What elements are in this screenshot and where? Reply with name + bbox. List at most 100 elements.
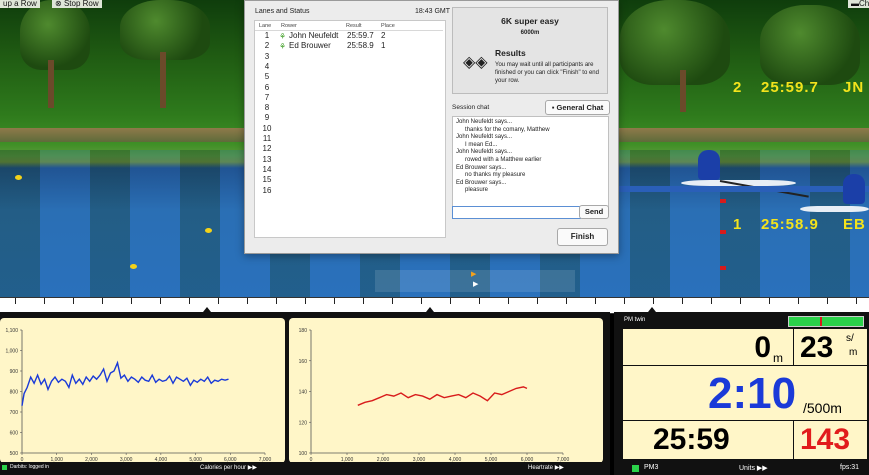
ruler-tick [769,298,770,304]
lane-number: 5 [264,72,270,82]
y-tick-label: 120 [299,420,308,426]
chat-line: John Neufeldt says... [456,134,513,141]
calories-chart-label: Calories per hour [200,465,247,471]
ruler-tick [421,298,422,304]
lane-marker [720,199,726,203]
ruler-tick [276,298,277,304]
lane-buoy [130,264,137,269]
workout-info: 6K super easy 6000m ◈◈ Results You may w… [452,7,608,94]
lane-row[interactable]: 3 [255,52,443,62]
lane-label-time: 25:58.9 [761,216,819,233]
chat-line: rowed with a Matthew earlier [465,156,542,163]
lane-row[interactable]: 9 [255,113,443,123]
lane-row[interactable]: 12 [255,144,443,154]
lane-number: 11 [262,134,272,143]
calories-chart-selector[interactable]: Calories per hour ▶▶ [200,464,257,471]
lane-row[interactable]: 11 [255,134,443,144]
results-text: You may wait until all participants are … [495,62,599,84]
chat-line: John Neufeldt says... [456,119,513,125]
charts-bottom-bar: Darbits: logged in Calories per hour ▶▶ … [0,462,610,475]
rower-status-icon: ⚘ [279,42,287,52]
ruler-tick [856,298,857,304]
lane-row[interactable]: 4 [255,62,443,72]
chat-line: Ed Brouwer says... [456,179,507,186]
chat-input[interactable] [452,206,581,219]
rower-name: Ed Brouwer [289,41,331,51]
lane-row[interactable]: 16 [255,186,443,196]
ruler-tick [131,298,132,304]
ruler-tick [595,298,596,304]
lane-label-time: 25:59.7 [761,79,819,96]
stop-row-button[interactable]: ⊗ Stop Row [52,0,102,8]
lane-row[interactable]: 1 John Neufeldt 25:59.7 2 ⚘ [255,31,443,41]
pm-progress-marker [820,317,822,326]
rower-name: John Neufeldt [289,31,339,40]
charts-area: 1,100 1,000 900 800 700 600 500 0 1,000 2,000 3,00… [0,312,610,475]
lane-number: 3 [264,51,270,61]
units-button[interactable]: Units ▶▶ [739,464,768,472]
lane-label-number: 1 [733,216,743,233]
rower-ed [843,174,865,204]
units-label: Units [739,465,755,472]
calories-chart: 1,1001,0009008007006005000 1,000 2,000 3,00… [5,328,271,463]
lane-row[interactable]: 10 [255,124,443,134]
ruler-tick [624,298,625,304]
status-indicator [2,465,7,470]
pm-monitor: 0 m 23 s/ m 2:10 /500m 25:59 143 [622,328,868,460]
boat-ed [800,206,869,212]
ruler-tick [392,298,393,304]
ruler-tick [218,298,219,304]
pm-pace: 2:10 [708,369,797,418]
heartrate-chart-selector[interactable]: Heartrate ▶▶ [528,464,564,471]
ruler-tick [450,298,451,304]
chat-button[interactable]: ▬Cha [848,0,869,8]
pm-rate-cell: 23 s/ m [793,328,868,366]
series-line [21,360,229,406]
pm-pace-unit: /500m [803,400,842,416]
chat-line: Ed Brouwer says... [456,164,507,171]
rower-result: 25:59.7 [347,31,374,40]
ruler-tick [827,298,828,304]
series-line [357,386,528,406]
heartrate-chart-label: Heartrate [528,465,554,471]
lane-row[interactable]: 14 [255,165,443,175]
lane-row[interactable]: 8 [255,103,443,113]
stop-row-label: Stop Row [63,0,99,8]
lane-number: 14 [262,164,272,174]
send-button[interactable]: Send [579,205,609,219]
tree-trunk [48,60,54,108]
lane-buoy [205,228,212,233]
lane-row[interactable]: 6 [255,83,443,93]
ruler-tick [740,298,741,304]
general-chat-button[interactable]: ▪ General Chat [545,100,610,115]
y-tick-label: 1,000 [5,349,18,355]
y-tick-label: 500 [10,451,19,457]
lane-row[interactable]: 15 [255,175,443,185]
checkered-flag-icon: ◈◈ [463,54,488,71]
ruler-tick [653,298,654,304]
y-tick-label: 160 [299,359,308,365]
ruler-tick [189,298,190,304]
ruler-tick [334,298,335,304]
results-title: Results [495,48,526,58]
lane-row[interactable]: 2 Ed Brouwer 25:58.9 1 ⚘ [255,41,443,51]
pm-stroke-rate: 23 [800,331,834,364]
lane-number: 7 [264,92,270,102]
pm-pace-cell: 2:10 /500m [622,365,868,421]
lane-row[interactable]: 13 [255,155,443,165]
lane-number: 10 [262,123,272,133]
ruler-tick [305,298,306,304]
tree-trunk [160,52,166,108]
lane-row[interactable]: 5 [255,72,443,82]
chat-line: no thanks my pleasure [465,172,526,179]
lane-marker [720,266,726,270]
pm-stroke-unit-bottom: m [849,347,858,358]
pm-heart-rate: 143 [800,423,851,456]
lane-buoy [15,175,22,180]
lane-row[interactable]: 7 [255,93,443,103]
finish-button[interactable]: Finish [557,228,608,246]
pm-status-light [632,465,639,472]
y-tick-label: 600 [10,431,19,437]
pm-distance-cell: 0 m [622,328,794,366]
setup-row-link[interactable]: up a Row [0,0,40,8]
